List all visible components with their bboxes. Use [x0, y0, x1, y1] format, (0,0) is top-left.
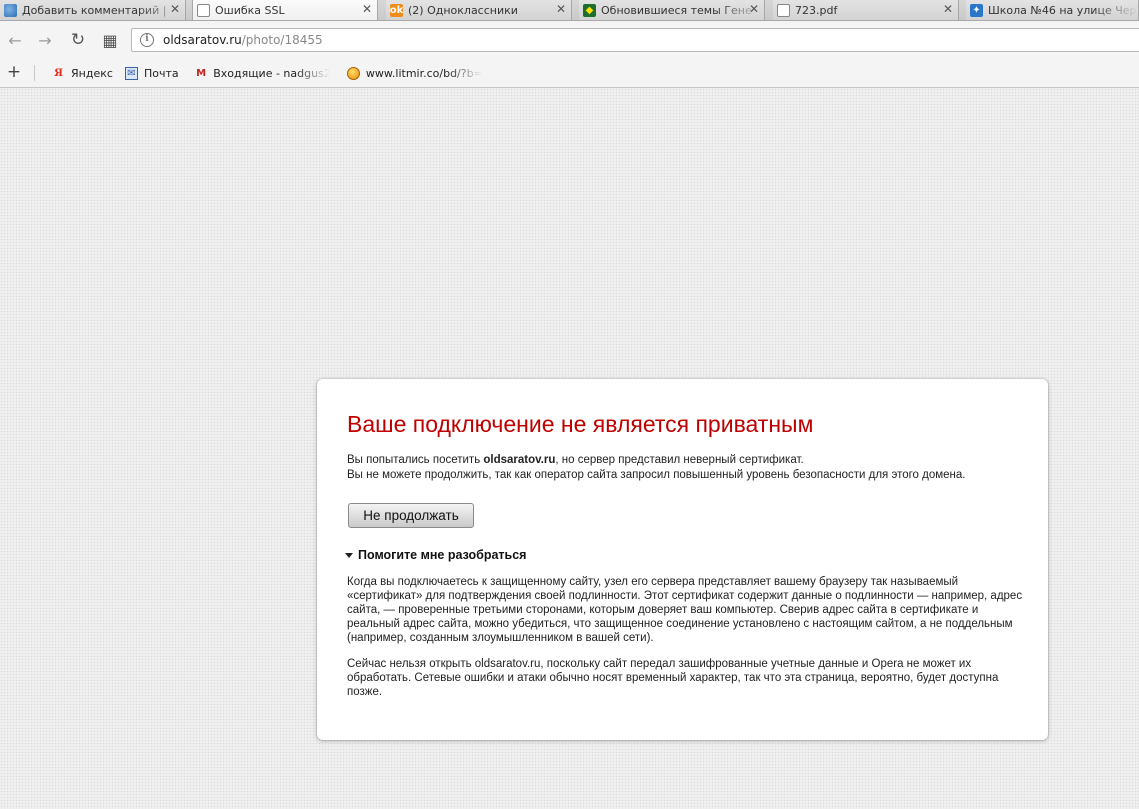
- tab-title: 723.pdf: [795, 3, 838, 17]
- separator: [34, 65, 35, 81]
- bookmarks-bar: + Я Яндекс ✉ Почта M Входящие - nadgus28…: [0, 59, 1139, 88]
- site-info-icon[interactable]: i: [140, 33, 154, 47]
- close-icon[interactable]: ✕: [748, 3, 760, 15]
- tab-school[interactable]: ✦ Школа №46 на улице Чер: [966, 0, 1139, 20]
- odnoklassniki-icon: ok: [389, 3, 404, 17]
- mail-icon: ✉: [125, 66, 138, 80]
- intro-host: oldsaratov.ru: [483, 454, 556, 466]
- tab-pdf[interactable]: 723.pdf ✕: [773, 0, 959, 20]
- forum-icon: ◆: [583, 3, 596, 17]
- ssl-error-card: Ваше подключение не является приватным В…: [317, 379, 1048, 740]
- tab-title: Обновившиеся темы Гене: [601, 3, 752, 17]
- reload-icon[interactable]: ↻: [68, 30, 88, 50]
- bookmark-label: Яндекс: [71, 66, 113, 80]
- litmir-icon: [347, 66, 360, 80]
- back-icon[interactable]: ←: [5, 30, 25, 50]
- bookmark-label: Входящие - nadgus28: [213, 66, 330, 80]
- triangle-down-icon: [345, 552, 353, 558]
- bookmark-yandex[interactable]: Я Яндекс: [52, 65, 113, 81]
- back-to-safety-button[interactable]: Не продолжать: [348, 503, 474, 528]
- tab-ssl-error[interactable]: Ошибка SSL ✕: [192, 0, 378, 20]
- blue-site-icon: ✦: [970, 3, 983, 17]
- globe-icon: [4, 3, 17, 17]
- help-toggle-label: Помогите мне разобраться: [358, 548, 527, 562]
- help-toggle[interactable]: Помогите мне разобраться: [345, 548, 526, 562]
- error-intro: Вы попытались посетить oldsaratov.ru, но…: [347, 453, 1018, 482]
- tab-title: (2) Одноклассники: [408, 3, 518, 17]
- tab-forum-updates[interactable]: ◆ Обновившиеся темы Гене ✕: [579, 0, 765, 20]
- intro-text: Вы попытались посетить: [347, 454, 484, 466]
- document-icon: [777, 3, 790, 17]
- tab-strip: Добавить комментарий | ✕ Ошибка SSL ✕ ok…: [0, 0, 1139, 21]
- tab-odnoklassniki[interactable]: ok (2) Одноклассники ✕: [386, 0, 572, 20]
- close-icon[interactable]: ✕: [942, 3, 954, 15]
- bookmark-label: www.litmir.co/bd/?b=: [365, 66, 482, 80]
- tab-title: Добавить комментарий |: [22, 3, 167, 17]
- yandex-icon: Я: [54, 67, 63, 79]
- bookmark-label: Почта: [144, 66, 179, 80]
- navigation-toolbar: ← → ↻ ▦ i oldsaratov.ru/photo/18455: [0, 21, 1139, 59]
- intro-text-end: , но сервер представил неверный сертифик…: [555, 454, 804, 466]
- bookmark-mail[interactable]: ✉ Почта: [125, 65, 179, 81]
- close-icon[interactable]: ✕: [361, 3, 373, 15]
- intro-line-2: Вы не можете продолжить, так как операто…: [347, 468, 966, 481]
- forward-icon[interactable]: →: [35, 30, 55, 50]
- bookmark-gmail-inbox[interactable]: M Входящие - nadgus28: [195, 65, 330, 81]
- page-content: Ваше подключение не является приватным В…: [0, 88, 1139, 809]
- status-paragraph: Сейчас нельзя открыть oldsaratov.ru, пос…: [347, 658, 999, 698]
- add-bookmark-icon[interactable]: +: [6, 64, 22, 81]
- close-icon[interactable]: ✕: [169, 3, 181, 15]
- document-icon: [197, 4, 210, 17]
- speed-dial-icon[interactable]: ▦: [100, 30, 120, 50]
- gmail-icon: M: [196, 67, 207, 79]
- tab-title: Ошибка SSL: [215, 4, 285, 17]
- url-host: oldsaratov.ru: [163, 33, 242, 47]
- tab-title: Школа №46 на улице Чер: [988, 3, 1137, 17]
- bookmark-litmir[interactable]: www.litmir.co/bd/?b=: [347, 65, 482, 81]
- close-icon[interactable]: ✕: [555, 3, 567, 15]
- explanation-paragraph: Когда вы подключаетесь к защищенному сай…: [347, 576, 1023, 644]
- url-path: /photo/18455: [241, 33, 323, 47]
- tab-add-comment[interactable]: Добавить комментарий | ✕: [0, 0, 186, 20]
- address-bar[interactable]: i oldsaratov.ru/photo/18455: [131, 28, 1139, 52]
- error-title: Ваше подключение не является приватным: [347, 411, 814, 437]
